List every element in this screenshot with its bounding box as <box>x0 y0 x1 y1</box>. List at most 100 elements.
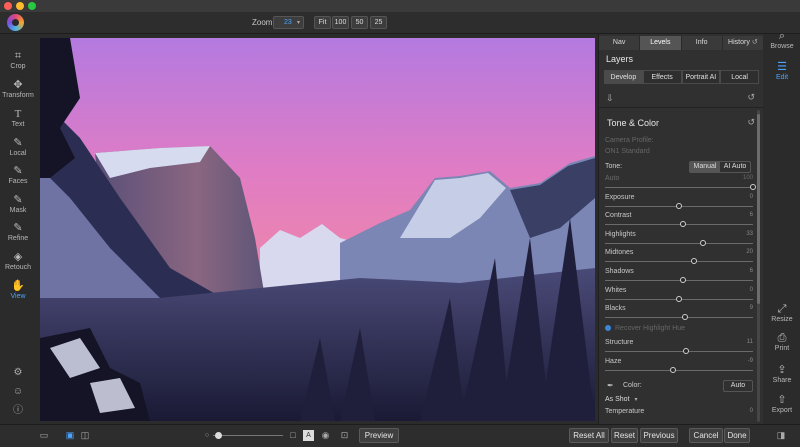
preview-button[interactable]: Preview <box>359 428 399 443</box>
mask-tool[interactable]: ✎ Mask <box>0 194 36 214</box>
transform-tool[interactable]: ✥ Transform <box>0 79 36 99</box>
slider-knob[interactable] <box>681 314 688 321</box>
retouch-tool[interactable]: ◈ Retouch <box>0 251 36 271</box>
reset-all-button[interactable]: Reset All <box>569 428 609 443</box>
tab-nav[interactable]: Nav <box>599 36 641 50</box>
slider-knob[interactable] <box>750 184 756 190</box>
local-tool[interactable]: ✎ Local <box>0 137 36 157</box>
panel-toggle-icon[interactable]: ◨ <box>775 430 787 441</box>
slider-knob[interactable] <box>690 258 697 265</box>
tab-history[interactable]: History ↺ <box>722 36 764 50</box>
zoom-slider[interactable] <box>213 432 283 439</box>
help-icon[interactable]: ⓘ <box>12 405 24 417</box>
print-tool[interactable]: ⎙ Print <box>764 332 800 352</box>
highlights-slider[interactable]: Highlights 33 <box>605 231 753 249</box>
slider-knob[interactable] <box>676 295 682 302</box>
reset-button[interactable]: Reset <box>611 428 638 443</box>
auto-slider[interactable]: Auto 100 <box>605 175 756 193</box>
camera-profile-value[interactable]: ON1 Standard <box>605 148 650 155</box>
tab-effects[interactable]: Effects <box>642 70 682 84</box>
slider-name: Auto <box>605 175 620 182</box>
tab-info[interactable]: Info <box>681 36 723 50</box>
close-window-button[interactable] <box>4 2 12 10</box>
reset-section-icon[interactable]: ↺ <box>747 117 755 128</box>
slider-knob[interactable] <box>670 366 677 373</box>
browse-tool[interactable]: ⌕ Browse <box>764 30 800 50</box>
maximize-window-button[interactable] <box>28 2 36 10</box>
compare-view-icon[interactable]: ◫ <box>79 430 91 441</box>
shadows-slider[interactable]: Shadows 6 <box>605 268 753 286</box>
transform-tool-label: Transform <box>2 92 34 99</box>
eyedropper-icon[interactable]: ✒ <box>607 381 614 390</box>
save-preset-icon[interactable]: ⇩ <box>606 93 614 104</box>
tab-local[interactable]: Local <box>720 70 759 84</box>
slider-knob[interactable] <box>683 348 690 354</box>
minimize-window-button[interactable] <box>16 2 24 10</box>
zoom-out-icon[interactable]: ○ <box>203 430 211 441</box>
slider-track[interactable] <box>605 261 753 263</box>
recover-highlight-hue[interactable]: Recover Highlight Hue <box>605 325 685 332</box>
midtones-slider[interactable]: Midtones 20 <box>605 249 753 267</box>
share-tool-label: Share <box>772 377 792 384</box>
settings-icon[interactable]: ⚙ <box>12 367 24 379</box>
contrast-slider[interactable]: Contrast 6 <box>605 212 753 230</box>
slider-track[interactable] <box>605 224 753 226</box>
slider-value: -9 <box>747 357 753 364</box>
tone-manual-button[interactable]: Manual <box>690 162 720 172</box>
previous-button[interactable]: Previous <box>640 428 678 443</box>
structure-slider[interactable]: Structure 11 <box>605 339 753 357</box>
refine-tool[interactable]: ✎ Refine <box>0 222 36 242</box>
zoom-slider-knob[interactable] <box>215 432 222 439</box>
zoom-50-button[interactable]: 50 <box>351 16 368 29</box>
user-icon[interactable]: ☺ <box>12 386 24 398</box>
slider-track[interactable] <box>605 242 753 244</box>
tab-portrait-ai[interactable]: Portrait AI <box>681 70 721 84</box>
whites-slider[interactable]: Whites 0 <box>605 287 753 305</box>
slider-knob[interactable] <box>680 277 687 283</box>
mask-view-icon[interactable]: □ <box>288 430 298 441</box>
exposure-slider[interactable]: Exposure 0 <box>605 194 753 212</box>
faces-tool[interactable]: ✎ Faces <box>0 165 36 185</box>
zoom-100-button[interactable]: 100 <box>332 16 349 29</box>
tab-levels[interactable]: Levels <box>640 36 682 50</box>
resize-tool[interactable]: ⤢ Resize <box>764 303 800 323</box>
zoom-select[interactable]: 23 ▾ <box>273 16 304 29</box>
view-tool[interactable]: ✋ View <box>0 280 36 300</box>
color-auto-button[interactable]: Auto <box>723 380 753 392</box>
zoom-25-button[interactable]: 25 <box>370 16 387 29</box>
zoom-fit-button[interactable]: Fit <box>314 16 331 29</box>
export-tool[interactable]: ⇧ Export <box>764 394 800 414</box>
edit-tool[interactable]: ☰ Edit <box>764 61 800 81</box>
cancel-button[interactable]: Cancel <box>689 428 723 443</box>
panel-scrollbar-thumb[interactable] <box>757 114 760 304</box>
crop-overlay-icon[interactable]: ⊡ <box>339 430 350 441</box>
crop-tool[interactable]: ⌗ Crop <box>0 50 36 70</box>
tone-ai-auto-button[interactable]: AI Auto <box>720 162 750 172</box>
blacks-slider[interactable]: Blacks 9 <box>605 305 753 323</box>
text-overlay-icon[interactable]: A <box>303 430 314 441</box>
print-icon: ⎙ <box>777 332 787 344</box>
slider-value: 6 <box>749 212 753 219</box>
slider-knob[interactable] <box>676 202 682 209</box>
white-balance-select[interactable]: As Shot ▾ <box>605 396 638 403</box>
slider-track[interactable] <box>605 187 753 188</box>
tab-develop[interactable]: Develop <box>604 70 643 84</box>
slider-knob[interactable] <box>680 221 687 228</box>
slider-track[interactable] <box>605 280 753 281</box>
reset-panel-icon[interactable]: ↺ <box>747 92 755 103</box>
window-title-bar <box>0 0 800 12</box>
slider-track[interactable] <box>605 351 753 352</box>
slider-knob[interactable] <box>699 239 706 246</box>
circle-view-icon[interactable]: ◉ <box>320 430 331 441</box>
text-tool[interactable]: T Text <box>0 108 36 128</box>
slider-track[interactable] <box>605 369 753 371</box>
done-button[interactable]: Done <box>724 428 750 443</box>
share-tool[interactable]: ⇪ Share <box>764 364 800 384</box>
photo-canvas[interactable] <box>40 38 595 421</box>
haze-slider[interactable]: Haze -9 <box>605 358 753 376</box>
slider-track[interactable] <box>605 317 753 319</box>
temperature-slider[interactable]: Temperature 0 <box>605 408 753 422</box>
single-view-icon[interactable]: ▣ <box>64 430 76 441</box>
filmstrip-icon[interactable]: ▭ <box>38 430 50 441</box>
share-icon: ⇪ <box>777 364 787 376</box>
